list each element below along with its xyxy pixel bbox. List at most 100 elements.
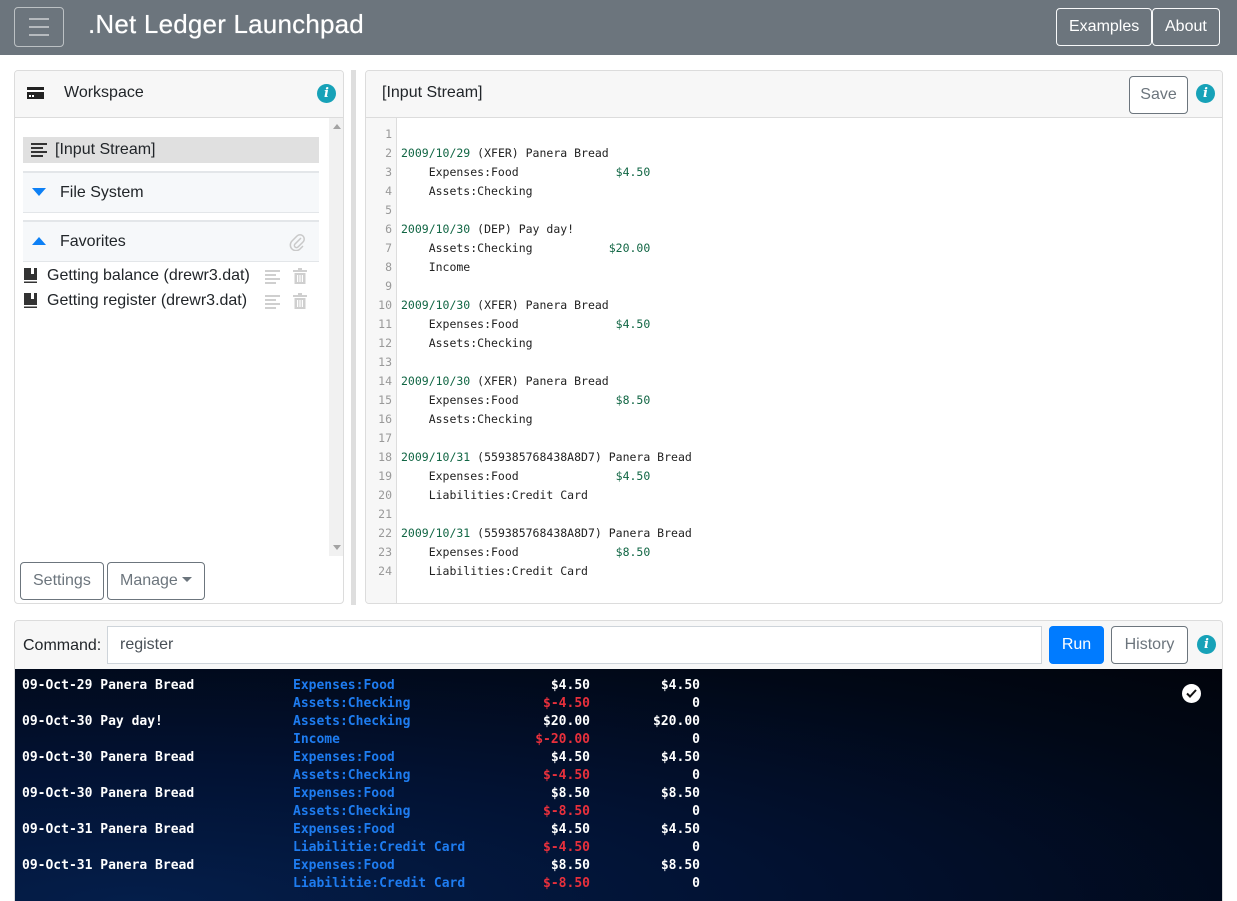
code-line[interactable]: 20 Liabilities:Credit Card xyxy=(366,486,1222,505)
register-row: 09-Oct-29 Panera Bread Expenses:Food $4.50… xyxy=(15,677,715,695)
text-lines-icon xyxy=(31,143,47,157)
register-payee: 09-Oct-30 Panera Bread xyxy=(22,786,195,801)
register-total: 0 xyxy=(692,696,700,711)
code-line[interactable]: 22 2009/10/31 (559385768438A8D7) Panera B… xyxy=(366,524,1222,543)
command-input[interactable] xyxy=(107,626,1042,664)
register-total: $8.50 xyxy=(660,786,700,801)
code-text: Expenses:Food $4.50 xyxy=(401,467,651,486)
code-line[interactable]: 7 Assets:Checking $20.00 xyxy=(366,239,1222,258)
book-icon xyxy=(24,293,37,308)
register-amount: $4.50 xyxy=(550,822,590,837)
code-line[interactable]: 9 xyxy=(366,277,1222,296)
workspace-panel: Workspace i [Input Stream] File System F… xyxy=(14,70,344,604)
trash-icon[interactable] xyxy=(293,293,307,309)
scroll-up-arrow-icon[interactable] xyxy=(333,124,341,129)
register-amount: $8.50 xyxy=(550,858,590,873)
workspace-tree: [Input Stream] File System Favorites Get… xyxy=(15,118,330,558)
trash-icon[interactable] xyxy=(293,268,307,284)
register-row: Liabilitie:Credit Card $-8.50 0 xyxy=(15,875,715,893)
code-content: (XFER) Panera Bread xyxy=(470,146,609,160)
code-text: 2009/10/31 (559385768438A8D7) Panera Bre… xyxy=(401,448,692,467)
run-button[interactable]: Run xyxy=(1049,626,1104,664)
about-button[interactable]: About xyxy=(1152,8,1220,46)
code-line[interactable]: 11 Expenses:Food $4.50 xyxy=(366,315,1222,334)
code-line[interactable]: 13 xyxy=(366,353,1222,372)
settings-button[interactable]: Settings xyxy=(20,562,104,600)
code-line[interactable]: 5 xyxy=(366,201,1222,220)
favorite-item[interactable]: Getting balance (drewr3.dat) xyxy=(23,265,319,287)
editor-info-icon[interactable]: i xyxy=(1196,84,1215,103)
line-number: 13 xyxy=(378,355,392,369)
code-content: Liabilities:Credit Card xyxy=(401,488,588,502)
examples-button[interactable]: Examples xyxy=(1056,8,1153,46)
code-content: Assets:Checking xyxy=(401,241,609,255)
register-amount: $4.50 xyxy=(550,750,590,765)
paperclip-icon[interactable] xyxy=(289,233,305,251)
manage-label: Manage xyxy=(120,572,178,589)
code-line[interactable]: 19 Expenses:Food $4.50 xyxy=(366,467,1222,486)
code-line[interactable]: 15 Expenses:Food $8.50 xyxy=(366,391,1222,410)
register-amount: $-20.00 xyxy=(535,732,590,747)
code-line[interactable]: 6 2009/10/30 (DEP) Pay day! xyxy=(366,220,1222,239)
input-stream-item[interactable]: [Input Stream] xyxy=(23,137,319,163)
favorites-section[interactable]: Favorites xyxy=(23,220,319,262)
register-account: Assets:Checking xyxy=(293,768,411,783)
workspace-info-icon[interactable]: i xyxy=(317,84,336,103)
open-text-icon[interactable] xyxy=(265,270,280,284)
save-button[interactable]: Save xyxy=(1129,76,1188,114)
code-line[interactable]: 4 Assets:Checking xyxy=(366,182,1222,201)
code-line[interactable]: 12 Assets:Checking xyxy=(366,334,1222,353)
code-text: Liabilities:Credit Card xyxy=(401,486,588,505)
register-row: Assets:Checking $-4.50 0 xyxy=(15,767,715,785)
code-line[interactable]: 2 2009/10/29 (XFER) Panera Bread xyxy=(366,144,1222,163)
code-line[interactable]: 14 2009/10/30 (XFER) Panera Bread xyxy=(366,372,1222,391)
line-number: 10 xyxy=(378,298,392,312)
register-account: Assets:Checking xyxy=(293,714,411,729)
code-line[interactable]: 1 xyxy=(366,125,1222,144)
workspace-scrollbar[interactable] xyxy=(329,118,343,556)
register-row: 09-Oct-30 Panera Bread Expenses:Food $4.50… xyxy=(15,749,715,767)
code-text: 2009/10/30 (DEP) Pay day! xyxy=(401,220,574,239)
code-editor[interactable]: 1 2 2009/10/29 (XFER) Panera Bread 3 Expens… xyxy=(366,125,1222,581)
command-info-icon[interactable]: i xyxy=(1197,635,1216,654)
code-content: Income xyxy=(401,260,471,274)
history-button[interactable]: History xyxy=(1111,626,1188,664)
book-icon xyxy=(24,268,37,283)
command-panel: Command: Run History i 09-Oct-29 Panera … xyxy=(14,620,1223,901)
file-system-section[interactable]: File System xyxy=(23,171,319,213)
code-line[interactable]: 18 2009/10/31 (559385768438A8D7) Panera B… xyxy=(366,448,1222,467)
register-account: Assets:Checking xyxy=(293,804,411,819)
open-text-icon[interactable] xyxy=(265,295,280,309)
input-stream-label: [Input Stream] xyxy=(55,141,156,158)
manage-dropdown-button[interactable]: Manage xyxy=(107,562,205,600)
register-row: Income $-20.00 0 xyxy=(15,731,715,749)
menu-toggle-button[interactable] xyxy=(14,7,64,47)
scroll-down-arrow-icon[interactable] xyxy=(333,545,341,550)
code-line[interactable]: 21 xyxy=(366,505,1222,524)
register-row: Liabilitie:Credit Card $-4.50 0 xyxy=(15,839,715,857)
register-account: Expenses:Food xyxy=(293,822,395,837)
caret-up-icon xyxy=(32,237,46,245)
register-total: $8.50 xyxy=(660,858,700,873)
line-number: 14 xyxy=(378,374,392,388)
command-output: 09-Oct-29 Panera Bread Expenses:Food $4.50… xyxy=(15,669,1222,901)
code-text: 2009/10/30 (XFER) Panera Bread xyxy=(401,372,609,391)
code-date: 2009/10/30 xyxy=(401,222,471,236)
code-amount: $20.00 xyxy=(608,241,651,255)
code-date: 2009/10/29 xyxy=(401,146,471,160)
code-line[interactable]: 24 Liabilities:Credit Card xyxy=(366,562,1222,581)
line-number: 11 xyxy=(378,317,392,331)
code-line[interactable]: 17 xyxy=(366,429,1222,448)
register-account: Expenses:Food xyxy=(293,858,395,873)
panel-splitter[interactable] xyxy=(351,70,356,605)
check-circle-icon[interactable] xyxy=(1182,684,1201,703)
favorite-item[interactable]: Getting register (drewr3.dat) xyxy=(23,290,319,312)
code-line[interactable]: 3 Expenses:Food $4.50 xyxy=(366,163,1222,182)
command-label: Command: xyxy=(23,637,102,654)
app-title[interactable]: .Net Ledger Launchpad xyxy=(88,8,364,40)
code-line[interactable]: 23 Expenses:Food $8.50 xyxy=(366,543,1222,562)
code-line[interactable]: 8 Income xyxy=(366,258,1222,277)
code-line[interactable]: 16 Assets:Checking xyxy=(366,410,1222,429)
code-text: Income xyxy=(401,258,471,277)
code-line[interactable]: 10 2009/10/30 (XFER) Panera Bread xyxy=(366,296,1222,315)
